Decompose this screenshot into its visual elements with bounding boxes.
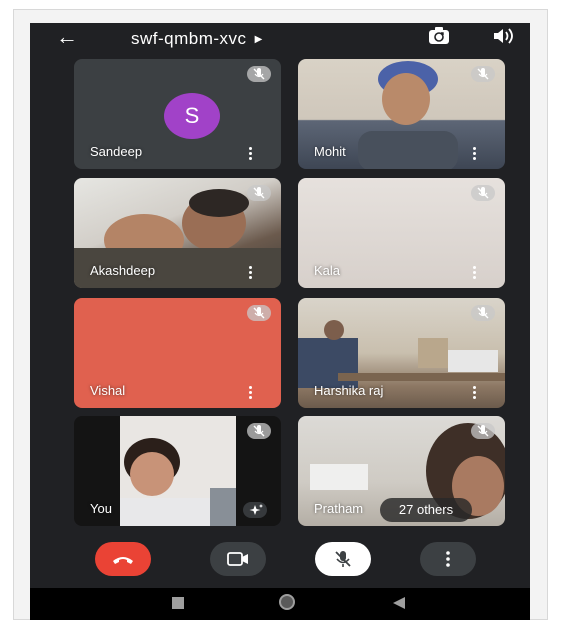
participant-tile[interactable]: Harshika raj xyxy=(298,298,505,408)
end-call-button[interactable] xyxy=(95,542,151,576)
meet-call-screen: ← swf-qmbm-xvc ▶ S Sandeep Mohit Akashde… xyxy=(30,23,530,620)
mic-off-icon xyxy=(247,423,271,439)
back-arrow-icon[interactable]: ← xyxy=(56,25,78,49)
participant-tile[interactable]: Akashdeep xyxy=(74,178,281,288)
mic-off-icon xyxy=(247,66,271,82)
participant-name: Pratham xyxy=(314,501,364,516)
back-triangle-icon[interactable] xyxy=(392,596,406,610)
video-camera-icon xyxy=(227,552,248,566)
self-view-tile[interactable]: You xyxy=(74,416,281,526)
call-header: ← swf-qmbm-xvc ▶ xyxy=(30,23,530,53)
participant-name: You xyxy=(90,501,112,516)
camera-flip-icon[interactable] xyxy=(428,27,450,45)
mic-off-icon xyxy=(247,305,271,321)
avatar: S xyxy=(164,93,220,139)
more-options-button[interactable] xyxy=(420,542,476,576)
participant-video xyxy=(358,61,458,169)
mic-off-icon xyxy=(471,305,495,321)
meeting-code: swf-qmbm-xvc xyxy=(131,29,247,48)
more-vertical-icon[interactable] xyxy=(249,266,253,280)
more-vertical-icon[interactable] xyxy=(473,147,477,161)
more-vertical-icon[interactable] xyxy=(249,147,253,161)
mic-off-icon xyxy=(247,185,271,201)
recents-icon[interactable] xyxy=(172,597,184,609)
sparkle-icon[interactable] xyxy=(243,502,267,518)
camera-toggle-button[interactable] xyxy=(210,542,266,576)
mic-off-icon xyxy=(471,423,495,439)
participant-tile[interactable]: Vishal xyxy=(74,298,281,408)
participant-tile[interactable]: Kala xyxy=(298,178,505,288)
participant-name: Akashdeep xyxy=(90,263,156,278)
others-count-badge[interactable]: 27 others xyxy=(380,498,472,522)
participant-name: Vishal xyxy=(90,383,126,398)
home-icon[interactable] xyxy=(279,594,295,610)
participant-name: Sandeep xyxy=(90,144,143,159)
phone-hangup-icon xyxy=(113,557,133,564)
speaker-icon[interactable] xyxy=(492,27,516,45)
more-vertical-icon xyxy=(446,551,450,567)
mic-off-icon xyxy=(335,551,351,567)
more-vertical-icon[interactable] xyxy=(473,266,477,280)
call-controls xyxy=(30,533,530,588)
more-vertical-icon[interactable] xyxy=(249,386,253,400)
participant-name: Harshika raj xyxy=(314,383,384,398)
microphone-toggle-button[interactable] xyxy=(315,542,371,576)
caret-right-icon: ▶ xyxy=(254,34,263,46)
mic-off-icon xyxy=(471,66,495,82)
mic-off-icon xyxy=(471,185,495,201)
meeting-code-button[interactable]: swf-qmbm-xvc ▶ xyxy=(131,29,263,49)
participant-name: Kala xyxy=(314,263,341,278)
participant-video xyxy=(120,416,236,526)
more-vertical-icon[interactable] xyxy=(473,386,477,400)
participant-tile[interactable]: S Sandeep xyxy=(74,59,281,169)
participant-tile[interactable]: Mohit xyxy=(298,59,505,169)
system-navigation-bar xyxy=(30,588,530,620)
participant-name: Mohit xyxy=(314,144,346,159)
